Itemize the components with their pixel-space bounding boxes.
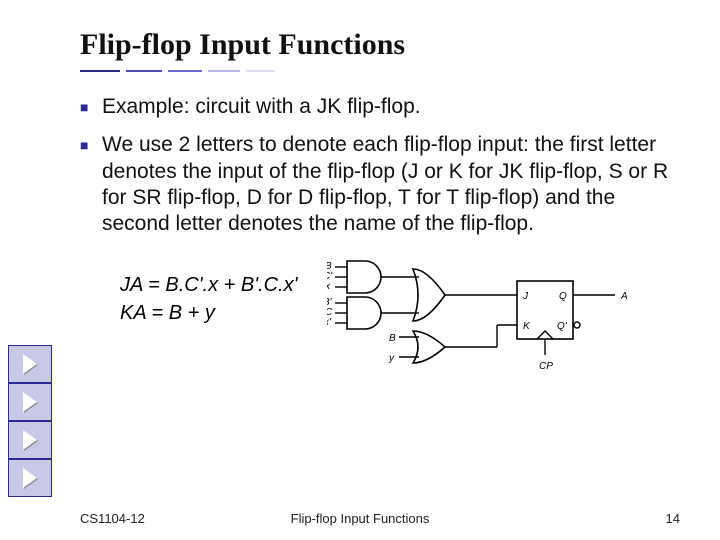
bullet-text: We use 2 letters to denote each flip-flo…: [102, 132, 680, 237]
nav-chevrons: [8, 345, 52, 497]
diagram-row: JA = B.C'.x + B'.C.x' KA = B + y: [120, 255, 680, 375]
label-and2-in2: x': [327, 317, 332, 328]
footer-page-number: 14: [666, 511, 680, 526]
label-and1-in2: x: [327, 281, 331, 292]
circuit-diagram: B C' x B' C x' B y J K Q Q' A CP: [327, 255, 647, 375]
chevron-icon: [8, 383, 52, 421]
label-or2-in0: B: [389, 333, 396, 344]
bullet-item: ■ We use 2 letters to denote each flip-f…: [80, 132, 680, 237]
equation-ja: JA = B.C'.x + B'.C.x': [120, 271, 297, 299]
equations: JA = B.C'.x + B'.C.x' KA = B + y: [120, 271, 297, 327]
label-or2-in1: y: [388, 353, 395, 364]
footer-course: CS1104-12: [80, 511, 145, 526]
label-clock: CP: [539, 361, 553, 372]
label-output-a: A: [620, 291, 628, 302]
slide-title: Flip-flop Input Functions: [80, 28, 680, 62]
label-ff-k: K: [523, 321, 531, 332]
bullet-list: ■ Example: circuit with a JK flip-flop. …: [80, 94, 680, 237]
chevron-icon: [8, 421, 52, 459]
title-underline: [80, 70, 650, 72]
slide-footer: CS1104-12 Flip-flop Input Functions 14: [0, 511, 720, 526]
bullet-icon: ■: [80, 94, 92, 120]
label-ff-q: Q: [559, 291, 567, 302]
chevron-icon: [8, 459, 52, 497]
slide: Flip-flop Input Functions ■ Example: cir…: [0, 0, 720, 540]
bullet-item: ■ Example: circuit with a JK flip-flop.: [80, 94, 680, 120]
equation-ka: KA = B + y: [120, 299, 297, 327]
bullet-text: Example: circuit with a JK flip-flop.: [102, 94, 421, 120]
label-ff-j: J: [522, 291, 529, 302]
bullet-icon: ■: [80, 132, 92, 158]
chevron-icon: [8, 345, 52, 383]
label-ff-qbar: Q': [557, 321, 568, 332]
